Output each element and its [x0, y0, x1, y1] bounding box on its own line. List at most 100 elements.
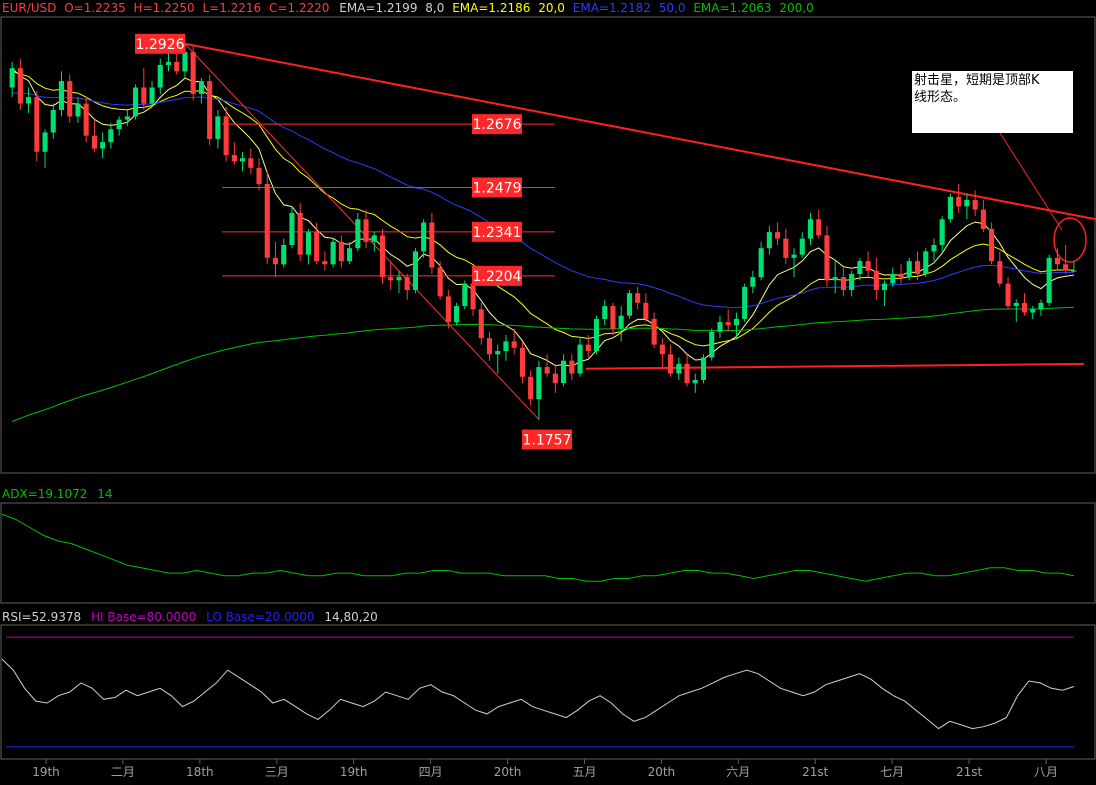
candle-body [643, 302, 649, 319]
candle-body [742, 286, 748, 319]
candle-body [108, 129, 114, 143]
candle-body [807, 219, 813, 239]
rsi-value: RSI=52.9378 [2, 610, 81, 624]
candle-body [906, 261, 912, 278]
candle-body [997, 261, 1003, 284]
legend-ema8-param: 8,0 [425, 1, 444, 15]
x-tick-label: 六月 [726, 765, 750, 779]
legend-ema50-param: 50,0 [659, 1, 686, 15]
x-tick-label: 三月 [265, 765, 289, 779]
candle-body [511, 341, 517, 348]
candle-body [429, 222, 435, 268]
candle-body [668, 354, 674, 374]
candle-body [947, 196, 953, 220]
legend-ema8: EMA=1.2199 [339, 1, 417, 15]
candle-body [1005, 283, 1011, 307]
annotation-line-1: 射击星，短期是顶部K [914, 73, 1040, 88]
candle-body [9, 68, 15, 88]
candle-body [832, 277, 838, 281]
candle-body [75, 103, 81, 117]
candle-body [231, 155, 237, 162]
candle-body [939, 219, 945, 245]
candle-body [174, 61, 180, 72]
candle-body [528, 376, 534, 400]
candle-body [717, 322, 723, 332]
candle-body [281, 245, 287, 265]
candle-body [824, 235, 830, 281]
candle-body [404, 277, 410, 290]
x-tick-label: 四月 [419, 765, 443, 779]
candle-body [1013, 302, 1019, 307]
candle-body [412, 251, 418, 290]
candle-body [50, 110, 56, 133]
candle-body [42, 132, 48, 152]
candle-body [215, 116, 221, 139]
candle-body [775, 232, 781, 239]
candle-body [314, 232, 320, 261]
price-label-fib-4: 1.2204 [473, 269, 522, 285]
price-label-swing-high: 1.2926 [136, 37, 185, 53]
candle-body [914, 261, 920, 274]
rsi-lo-base: LO Base=20.0000 [206, 610, 314, 624]
candle-body [347, 248, 353, 262]
candle-body [67, 81, 73, 117]
candle-body [602, 306, 608, 319]
candle-body [857, 261, 863, 274]
candle-body [873, 270, 879, 290]
adx-param: 14 [97, 487, 112, 501]
candle-body [989, 228, 995, 261]
candle-body [980, 209, 986, 229]
candle-body [454, 306, 460, 323]
candle-body [182, 52, 188, 72]
candle-body [766, 232, 772, 249]
candle-body [190, 52, 196, 94]
candle-body [1038, 302, 1044, 310]
candle-body [816, 219, 822, 236]
candle-body [495, 351, 501, 355]
candle-body [223, 116, 229, 155]
candle-body [577, 344, 583, 374]
candle-body [733, 318, 739, 326]
candle-body [462, 283, 468, 307]
candle-body [676, 363, 682, 374]
candle-body [165, 61, 171, 65]
x-tick-label: 19th [340, 765, 368, 779]
legend-symbol: EUR/USD [2, 1, 56, 15]
candle-body [371, 235, 377, 242]
legend-close: C=1.2220 [269, 1, 329, 15]
x-tick-label: 21st [802, 765, 829, 779]
candle-body [322, 261, 328, 265]
candle-body [585, 344, 591, 351]
candle-body [791, 254, 797, 258]
legend-ema200-param: 200,0 [779, 1, 813, 15]
legend-open: O=1.2235 [64, 1, 126, 15]
legend-ema50: EMA=1.2182 [573, 1, 651, 15]
chart-root: EUR/USD O=1.2235 H=1.2250 L=1.2216 C=1.2… [0, 0, 1096, 782]
x-tick-label: 20th [494, 765, 522, 779]
candle-body [17, 68, 23, 104]
candle-body [840, 277, 846, 290]
candle-body [470, 283, 476, 310]
candle-body [445, 296, 451, 323]
candle-body [363, 219, 369, 242]
candle-body [289, 212, 295, 245]
candle-body [569, 360, 575, 374]
candle-body [355, 219, 361, 249]
x-tick-label: 五月 [572, 765, 596, 779]
candle-body [618, 315, 624, 329]
candle-body [1030, 309, 1036, 313]
candle-body [141, 87, 147, 104]
legend-high: H=1.2250 [134, 1, 195, 15]
candle-body [272, 257, 278, 265]
candle-body [388, 277, 394, 281]
candle-body [783, 238, 789, 258]
candle-body [396, 277, 402, 281]
candle-body [1071, 270, 1077, 272]
candle-body [651, 318, 657, 345]
x-tick-label: 20th [648, 765, 676, 779]
candle-body [421, 222, 427, 252]
x-tick-label: 19th [32, 765, 60, 779]
candle-body [544, 367, 550, 374]
candle-body [519, 347, 525, 377]
candle-body [659, 344, 665, 355]
